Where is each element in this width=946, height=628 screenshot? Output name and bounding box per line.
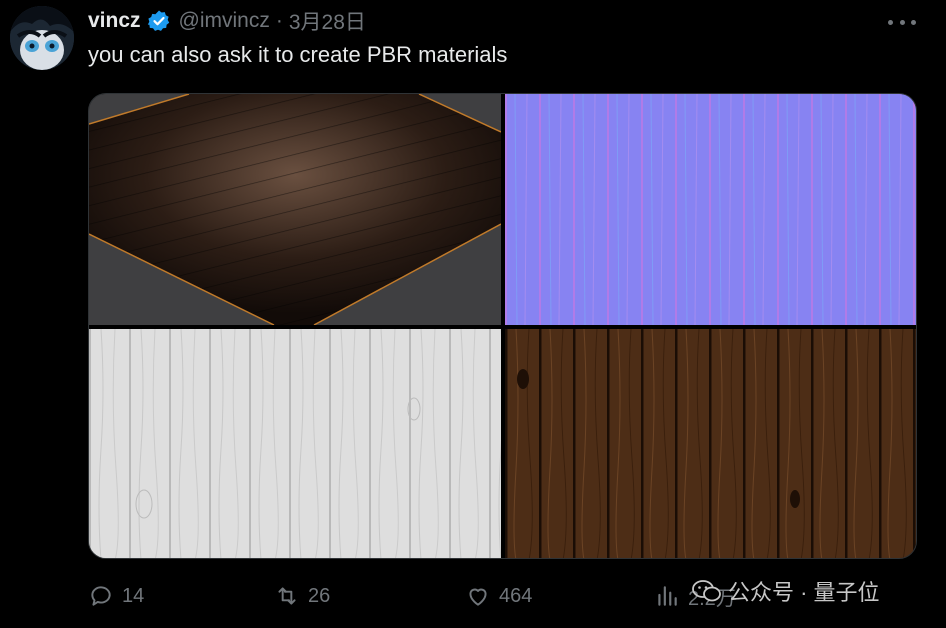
tweet-header: vincz @imvincz · 3月28日: [88, 6, 366, 36]
reply-icon: [91, 586, 111, 606]
media-grid: [88, 93, 917, 559]
avatar-image: [10, 6, 74, 70]
like-button[interactable]: 464: [465, 578, 532, 614]
albedo-map-image[interactable]: [505, 329, 916, 558]
reply-count: 14: [122, 584, 145, 607]
wechat-watermark: 公众号 · 量子位: [692, 575, 880, 607]
normal-map-image[interactable]: [505, 94, 916, 325]
tweet-text: you can also ask it to create PBR materi…: [88, 42, 508, 67]
repost-icon: [278, 587, 296, 605]
repost-count: 26: [308, 584, 331, 607]
wechat-icon: [692, 580, 721, 602]
reply-button[interactable]: 14: [88, 578, 144, 614]
header-separator: ·: [275, 9, 283, 32]
author-name[interactable]: vincz: [88, 9, 141, 33]
avatar[interactable]: [10, 6, 74, 70]
wood-floor-render-image[interactable]: [89, 94, 501, 325]
author-handle[interactable]: @imvincz: [179, 9, 270, 33]
roughness-map-image[interactable]: [89, 329, 501, 558]
verified-badge-icon: [147, 9, 171, 33]
like-count: 464: [499, 584, 533, 607]
views-chart-icon: [658, 586, 677, 606]
repost-button[interactable]: 26: [274, 578, 330, 614]
heart-icon: [469, 588, 487, 606]
watermark-text: 公众号 · 量子位: [728, 580, 880, 605]
tweet-date[interactable]: 3月28日: [289, 6, 366, 36]
more-options-icon[interactable]: [888, 10, 916, 34]
